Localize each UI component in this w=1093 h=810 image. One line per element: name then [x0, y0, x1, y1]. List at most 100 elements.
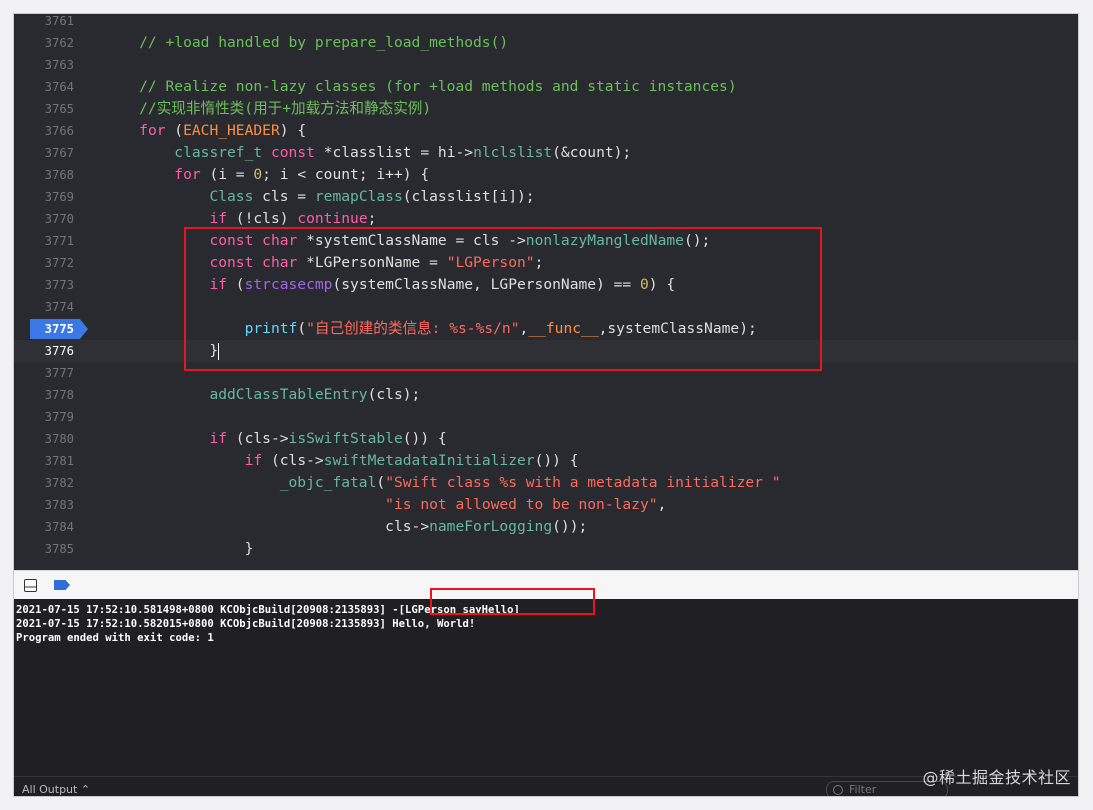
code-line[interactable]: 3779 — [14, 406, 1078, 428]
code-token: , — [657, 496, 667, 513]
code-token: cls-> — [385, 518, 430, 535]
code-token: printf — [244, 320, 298, 337]
xcode-window: 3761 3762 // +load handled by prepare_loa… — [14, 14, 1078, 796]
code-token: remapClass — [314, 188, 403, 205]
hide-debug-area-icon[interactable] — [24, 579, 37, 592]
code-token: (i = — [200, 166, 254, 183]
filter-placeholder: Filter — [849, 783, 877, 796]
breakpoints-toggle-icon[interactable] — [54, 580, 70, 590]
line-number: 3785 — [44, 542, 74, 556]
code-line[interactable]: 3763 — [14, 54, 1078, 76]
code-token: if — [209, 430, 228, 447]
code-text: if (cls->isSwiftStable()) { — [104, 428, 446, 450]
line-number: 3783 — [44, 498, 74, 512]
line-number: 3772 — [44, 256, 74, 270]
code-line[interactable]: 3771 const char *systemClassName = cls -… — [14, 230, 1078, 252]
code-token: // +load handled by prepare_load_methods… — [104, 34, 509, 51]
code-token: if — [244, 452, 263, 469]
code-token: ( — [376, 474, 386, 491]
code-token: isSwiftStable — [288, 430, 403, 447]
text-cursor — [218, 342, 220, 360]
code-text: if (strcasecmp(systemClassName, LGPerson… — [104, 274, 675, 296]
watermark: @稀土掘金技术社区 — [922, 768, 1071, 787]
code-line[interactable]: 3782 _objc_fatal("Swift class %s with a … — [14, 472, 1078, 494]
code-line[interactable]: 3776 } — [14, 340, 1078, 362]
line-number: 3780 — [44, 432, 74, 446]
code-line[interactable]: 3764 // Realize non-lazy classes (for +l… — [14, 76, 1078, 98]
code-token: swiftMetadataInitializer — [323, 452, 535, 469]
line-number: 3778 — [44, 388, 74, 402]
code-text: classref_t const *classlist = hi->nlclsl… — [104, 142, 631, 164]
line-number: 3779 — [44, 410, 74, 424]
code-token: ( — [165, 122, 184, 139]
code-editor[interactable]: 3761 3762 // +load handled by prepare_loa… — [14, 14, 1078, 570]
line-number: 3767 — [44, 146, 74, 160]
code-text: if (cls->swiftMetadataInitializer()) { — [104, 450, 579, 472]
line-number: 3765 — [44, 102, 74, 116]
code-token: const — [209, 232, 254, 249]
code-line[interactable]: 3769 Class cls = remapClass(classlist[i]… — [14, 186, 1078, 208]
code-token: ; — [367, 210, 377, 227]
code-token: addClassTableEntry — [209, 386, 368, 403]
code-token: *classlist = hi-> — [314, 144, 474, 161]
code-line[interactable]: 3765 //实现非惰性类(用于+加载方法和静态实例) — [14, 98, 1078, 120]
code-token: ; — [534, 254, 544, 271]
code-text: for (EACH_HEADER) { — [104, 120, 306, 142]
code-line[interactable]: 3773 if (strcasecmp(systemClassName, LGP… — [14, 274, 1078, 296]
code-token: ()) { — [534, 452, 579, 469]
code-line[interactable]: 3768 for (i = 0; i < count; i++) { — [14, 164, 1078, 186]
code-token: Class — [209, 188, 254, 205]
code-line[interactable]: 3775 printf("自己创建的类信息: %s-%s/n",__func__… — [14, 318, 1078, 340]
code-line[interactable]: 3767 classref_t const *classlist = hi->n… — [14, 142, 1078, 164]
code-line[interactable]: 3762 // +load handled by prepare_load_me… — [14, 32, 1078, 54]
code-line[interactable]: 3777 — [14, 362, 1078, 384]
code-text: const char *systemClassName = cls ->nonl… — [104, 230, 710, 252]
code-text: } — [104, 340, 220, 362]
output-selector[interactable]: All Output ⌃ — [22, 783, 90, 796]
code-line[interactable]: 3785 } — [14, 538, 1078, 560]
code-text: "is not allowed to be non-lazy", — [104, 494, 666, 516]
code-line[interactable]: 3781 if (cls->swiftMetadataInitializer()… — [14, 450, 1078, 472]
code-token: *systemClassName = cls -> — [297, 232, 526, 249]
code-token: //实现非惰性类(用于+加载方法和静态实例) — [104, 100, 432, 117]
console-output[interactable]: 2021-07-15 17:52:10.581498+0800 KCObjcBu… — [14, 588, 1078, 776]
line-number: 3762 — [44, 36, 74, 50]
code-line[interactable]: 3783 "is not allowed to be non-lazy", — [14, 494, 1078, 516]
code-token: "is not allowed to be non-lazy" — [385, 496, 658, 513]
code-line[interactable]: 3774 — [14, 296, 1078, 318]
code-line[interactable]: 3778 addClassTableEntry(cls); — [14, 384, 1078, 406]
code-token: char — [262, 254, 298, 271]
code-token: "自己创建的类信息: %s-%s/n" — [306, 320, 520, 337]
code-token: for — [139, 122, 166, 139]
code-line[interactable]: 3780 if (cls->isSwiftStable()) { — [14, 428, 1078, 450]
code-token: ,systemClassName); — [598, 320, 757, 337]
code-token: // Realize non-lazy classes (for +load m… — [104, 78, 737, 95]
code-line[interactable]: 3784 cls->nameForLogging()); — [14, 516, 1078, 538]
code-line[interactable]: 3766 for (EACH_HEADER) { — [14, 120, 1078, 142]
code-line[interactable]: 3772 const char *LGPersonName = "LGPerso… — [14, 252, 1078, 274]
code-token: nonlazyMangledName — [525, 232, 684, 249]
code-line[interactable]: 3770 if (!cls) continue; — [14, 208, 1078, 230]
code-token: "LGPerson" — [446, 254, 535, 271]
console-line: 2021-07-15 17:52:10.582015+0800 KCObjcBu… — [16, 618, 476, 630]
code-token: (systemClassName, LGPersonName) == — [332, 276, 640, 293]
line-number: 3782 — [44, 476, 74, 490]
code-text: // +load handled by prepare_load_methods… — [104, 32, 508, 54]
code-token: ; i < count; i++) { — [262, 166, 430, 183]
filter-icon — [833, 785, 843, 795]
console-line: Program ended with exit code: 1 — [16, 632, 214, 644]
code-token: ( — [227, 276, 245, 293]
code-token: const — [209, 254, 254, 271]
code-token: EACH_HEADER — [183, 122, 280, 139]
code-line[interactable]: 3761 — [14, 14, 1078, 32]
